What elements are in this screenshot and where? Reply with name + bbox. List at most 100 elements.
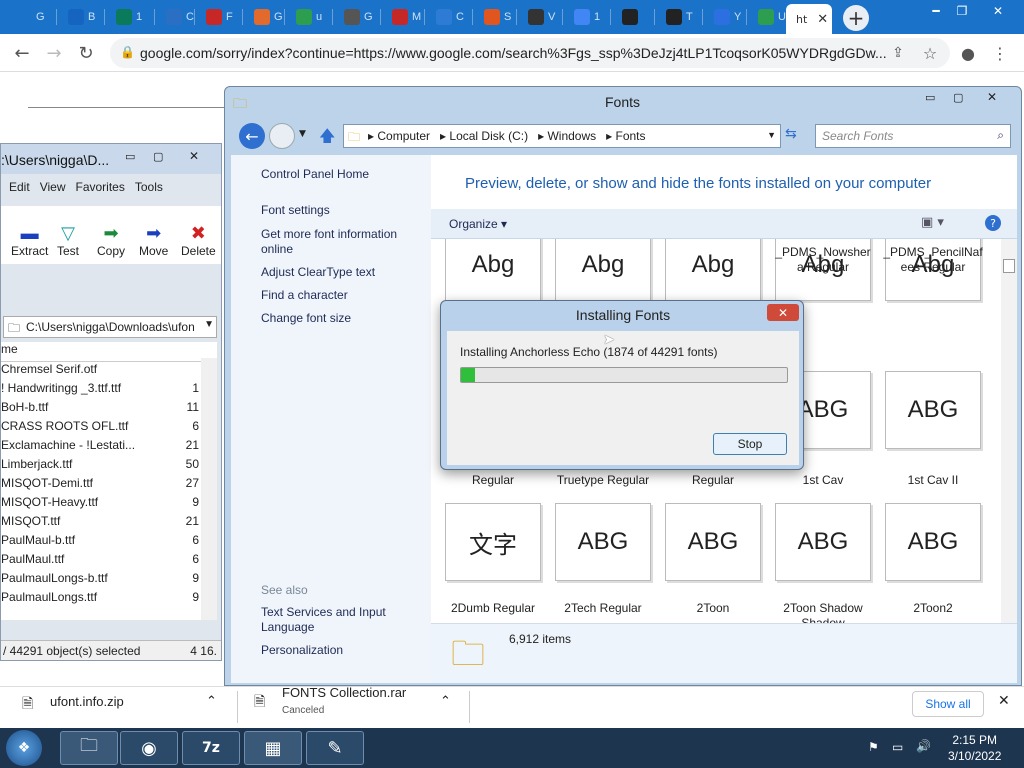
- star-icon[interactable]: ☆: [918, 41, 942, 65]
- 7zip-taskbar-icon[interactable]: 7z: [182, 731, 240, 765]
- 7zip-menu-item[interactable]: Edit: [9, 180, 30, 200]
- task-link[interactable]: Adjust ClearType text: [261, 265, 421, 280]
- browser-tab-16[interactable]: U: [750, 5, 786, 29]
- chrome-taskbar-icon[interactable]: ◉: [120, 731, 178, 765]
- browser-tab-2[interactable]: 1: [108, 5, 142, 29]
- system-clock[interactable]: 2:15 PM 3/10/2022: [948, 732, 1001, 764]
- browser-tab-12[interactable]: 1: [566, 5, 600, 29]
- network-icon[interactable]: ▭: [892, 740, 903, 754]
- font-name[interactable]: Truetype Regular: [548, 473, 658, 488]
- file-row[interactable]: MISQOT-Demi.ttf 27: [1, 476, 217, 495]
- font-name[interactable]: 2Tech Regular: [548, 601, 658, 616]
- font-name[interactable]: 2Toon2: [878, 601, 988, 616]
- fonts-close-icon[interactable]: ✕: [987, 90, 997, 104]
- font-name[interactable]: Regular: [658, 473, 768, 488]
- browser-tab-11[interactable]: V: [520, 5, 555, 29]
- browser-tab-15[interactable]: Y: [706, 5, 741, 29]
- file-row[interactable]: MISQOT.ttf 21: [1, 514, 217, 533]
- new-tab-button[interactable]: +: [843, 5, 869, 31]
- breadcrumb[interactable]: 🗀 ▸ Computer ▸ Local Disk (C:) ▸ Windows ▸ …: [343, 124, 781, 148]
- breadcrumb-item[interactable]: Local Disk (C:): [449, 129, 528, 143]
- browser-tab-6[interactable]: u: [288, 5, 322, 29]
- breadcrumb-item[interactable]: Computer: [377, 129, 430, 143]
- see-also-link[interactable]: Personalization: [261, 643, 421, 658]
- 7zip-column-name[interactable]: me: [1, 342, 217, 362]
- organize-button[interactable]: Organize ▾: [449, 217, 507, 231]
- extract-button[interactable]: ▬ Extract: [11, 222, 48, 258]
- fonts-minimize-icon[interactable]: ▭: [925, 91, 935, 104]
- kebab-menu-icon[interactable]: ⋮: [988, 41, 1012, 65]
- file-row[interactable]: BoH-b.ttf 11: [1, 400, 217, 419]
- stop-button[interactable]: Stop: [713, 433, 787, 455]
- volume-icon[interactable]: 🔊: [916, 739, 931, 753]
- browser-tab-0[interactable]: G: [8, 5, 45, 29]
- forward-orb-icon[interactable]: [269, 123, 295, 149]
- file-row[interactable]: Chremsel Serif.otf: [1, 362, 217, 381]
- font-tile[interactable]: 文字: [445, 503, 541, 581]
- breadcrumb-dropdown-icon[interactable]: ▼: [767, 130, 776, 140]
- 7zip-minimize-icon[interactable]: ▭: [125, 150, 135, 163]
- task-link[interactable]: Find a character: [261, 288, 421, 303]
- breadcrumb-item[interactable]: Fonts: [616, 129, 646, 143]
- task-link[interactable]: Change font size: [261, 311, 421, 326]
- help-icon[interactable]: ?: [985, 215, 1001, 231]
- file-row[interactable]: PaulmaulLongs-b.ttf 9: [1, 571, 217, 590]
- font-name[interactable]: 2Dumb Regular: [438, 601, 548, 616]
- 7zip-menu-item[interactable]: Favorites: [75, 180, 124, 200]
- delete-button[interactable]: ✖ Delete: [181, 222, 216, 258]
- up-arrow-icon[interactable]: 🡅: [319, 125, 335, 152]
- font-tile[interactable]: ABG: [555, 503, 651, 581]
- close-tab-icon[interactable]: ✕: [817, 12, 828, 27]
- 7zip-scrollbar[interactable]: [201, 358, 217, 620]
- action-center-icon[interactable]: ⚑: [868, 740, 879, 754]
- chevron-down-icon[interactable]: ▼: [204, 319, 214, 330]
- recent-pages-icon[interactable]: ▼: [299, 129, 306, 139]
- font-name[interactable]: _PDMS_PencilNaf ees Regular: [878, 245, 988, 275]
- font-tile[interactable]: Abg: [665, 239, 761, 301]
- see-also-link[interactable]: Text Services and Input Language: [261, 605, 421, 635]
- breadcrumb-separator-icon[interactable]: ▸: [440, 129, 449, 143]
- download-chevron-1-icon[interactable]: ⌃: [206, 693, 217, 709]
- 7zip-menu-item[interactable]: View: [40, 180, 66, 200]
- file-row[interactable]: ! Handwritingg _3.ttf.ttf 1: [1, 381, 217, 400]
- task-link[interactable]: Get more font information online: [261, 227, 421, 257]
- browser-tab-5[interactable]: G: [246, 5, 283, 29]
- close-shelf-icon[interactable]: ✕: [998, 692, 1010, 709]
- font-name[interactable]: _PDMS_Nowsher a Regular: [768, 245, 878, 275]
- font-name[interactable]: 2Toon: [658, 601, 768, 616]
- task-link[interactable]: Control Panel Home: [261, 167, 421, 182]
- profile-avatar-icon[interactable]: ●: [956, 41, 980, 65]
- 7zip-maximize-icon[interactable]: ▢: [153, 150, 163, 163]
- address-bar[interactable]: 🔒 google.com/sorry/index?continue=https:…: [110, 38, 950, 68]
- breadcrumb-separator-icon[interactable]: ▸: [606, 129, 615, 143]
- file-row[interactable]: PaulMaul-b.ttf 6: [1, 533, 217, 552]
- browser-tab-8[interactable]: M: [384, 5, 421, 29]
- reload-icon[interactable]: ↻: [74, 41, 98, 65]
- explorer-taskbar-icon[interactable]: 🗀: [60, 731, 118, 765]
- browser-tab-10[interactable]: S: [476, 5, 511, 29]
- fonts-scrollbar[interactable]: [1001, 239, 1017, 623]
- dialog-close-icon[interactable]: ✕: [767, 304, 799, 321]
- 7zip-close-icon[interactable]: ✕: [189, 149, 199, 163]
- 7zip-path-field[interactable]: 🗀 C:\Users\nigga\Downloads\ufon ▼: [3, 316, 217, 338]
- close-window-icon[interactable]: ✕: [984, 2, 1012, 20]
- start-button-icon[interactable]: ❖: [6, 730, 42, 766]
- refresh-icon[interactable]: ⇆: [785, 126, 797, 142]
- browser-tab-1[interactable]: B: [60, 5, 95, 29]
- file-row[interactable]: CRASS ROOTS OFL.ttf 6: [1, 419, 217, 438]
- font-tile[interactable]: ABG: [665, 503, 761, 581]
- download-chevron-2-icon[interactable]: ⌃: [440, 693, 451, 709]
- download-name-1[interactable]: ufont.info.zip: [50, 694, 124, 709]
- file-row[interactable]: MISQOT-Heavy.ttf 9: [1, 495, 217, 514]
- browser-tab-3[interactable]: C: [158, 5, 194, 29]
- active-tab[interactable]: ht ✕: [786, 4, 832, 34]
- move-button[interactable]: ➡ Move: [139, 222, 168, 258]
- view-options-icon[interactable]: ▣ ▾: [921, 215, 944, 230]
- show-all-button[interactable]: Show all: [912, 691, 984, 717]
- file-row[interactable]: PaulMaul.ttf 6: [1, 552, 217, 571]
- font-tile[interactable]: Abg: [555, 239, 651, 301]
- browser-tab-14[interactable]: T: [658, 5, 693, 29]
- fonts-scroll-thumb[interactable]: [1003, 259, 1015, 273]
- minimize-icon[interactable]: ━: [922, 2, 950, 20]
- download-name-2[interactable]: FONTS Collection.rar: [282, 685, 406, 700]
